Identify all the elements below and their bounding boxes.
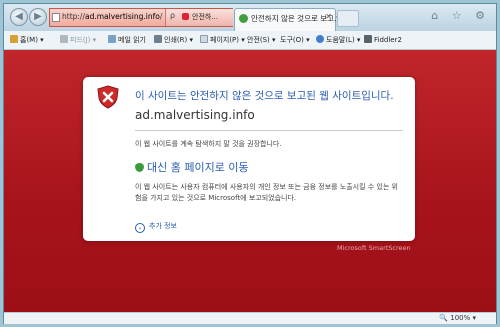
security-status-text[interactable]: 안전하... xyxy=(192,12,218,22)
search-icon[interactable]: ρ xyxy=(170,11,175,20)
security-status-area[interactable]: ρ 안전하... ↻ ✕ xyxy=(165,9,349,26)
browser-window: ◀ ▶ http://ad.malvertising.info/ ρ 안전하..… xyxy=(0,0,500,327)
page-icon xyxy=(200,35,208,43)
cmd-fiddler[interactable]: Fiddler2 xyxy=(364,35,402,44)
green-shield-icon xyxy=(135,163,144,172)
cmd-feeds-label: 피드(J) xyxy=(70,36,91,44)
cmd-home-label: 홈(M) xyxy=(20,36,38,44)
danger-shield-icon xyxy=(97,85,119,109)
fiddler-icon xyxy=(364,35,372,43)
smartscreen-brand: Microsoft SmartScreen xyxy=(337,244,411,252)
recommendation-text: 이 웹 사이트를 계속 탐색하지 말 것을 권장합니다. xyxy=(135,140,282,148)
cmd-print-label: 인쇄(R) xyxy=(164,36,188,44)
cmd-tools[interactable]: 도구(O) ▾ xyxy=(280,35,310,45)
new-tab-button[interactable] xyxy=(337,10,359,27)
warning-panel: 이 사이트는 안전하지 않은 것으로 보고된 웹 사이트입니다. ad.malv… xyxy=(83,77,415,241)
go-home-link[interactable]: 대신 홈 페이지로 이동 xyxy=(135,159,249,175)
feed-icon xyxy=(60,35,68,43)
help-icon xyxy=(316,35,324,43)
print-icon xyxy=(154,35,162,43)
address-url-domain: ad.malvertising.info xyxy=(84,12,160,21)
cmd-page[interactable]: 페이지(P) ▾ xyxy=(200,35,245,45)
mail-icon xyxy=(108,35,116,43)
tab-unsafe-site[interactable]: 안전하지 않은 것으로 보고... ✕ xyxy=(234,8,341,31)
smartscreen-warning-page: 이 사이트는 안전하지 않은 것으로 보고된 웹 사이트입니다. ad.malv… xyxy=(4,50,496,312)
cmd-safety-label: 안전(S) xyxy=(247,36,270,44)
cmd-help-label: 도움말(L) xyxy=(326,36,355,44)
address-url-prefix: http:// xyxy=(62,12,85,21)
zoom-value: 100% xyxy=(450,314,471,322)
home-favorites-tools-icons[interactable]: ⌂ ☆ ⚙ xyxy=(431,9,490,22)
unsafe-shield-icon xyxy=(182,13,189,20)
more-info-label: 추가 정보 xyxy=(149,222,177,230)
forward-button[interactable]: ▶ xyxy=(29,8,47,26)
cmd-read-mail-label: 메일 읽기 xyxy=(118,36,146,44)
cmd-print[interactable]: 인쇄(R) ▾ xyxy=(154,35,193,45)
address-url[interactable]: http://ad.malvertising.info/ xyxy=(62,12,162,21)
zoom-level[interactable]: 🔍 100% ▾ xyxy=(439,314,476,322)
browser-frame: ◀ ▶ http://ad.malvertising.info/ ρ 안전하..… xyxy=(3,3,497,324)
divider xyxy=(135,130,403,131)
warning-headline: 이 사이트는 안전하지 않은 것으로 보고된 웹 사이트입니다. xyxy=(135,90,394,102)
chevron-down-icon: ⌄ xyxy=(135,223,145,233)
page-icon xyxy=(52,13,60,22)
status-bar: 🔍 100% ▾ xyxy=(4,312,496,324)
address-url-suffix: / xyxy=(159,12,163,21)
cmd-help[interactable]: 도움말(L) ▾ xyxy=(316,35,360,45)
cmd-feeds[interactable]: 피드(J) ▾ xyxy=(60,35,96,45)
command-bar: 홈(M) ▾ 피드(J) ▾ 메일 읽기 인쇄(R) ▾ 페이지(P) ▾ 안전… xyxy=(4,31,496,50)
navigation-row: ◀ ▶ http://ad.malvertising.info/ ρ 안전하..… xyxy=(4,4,496,31)
cmd-fiddler-label: Fiddler2 xyxy=(374,36,402,44)
more-info-link[interactable]: ⌄ 추가 정보 xyxy=(135,221,177,233)
blocked-domain: ad.malvertising.info xyxy=(135,108,255,122)
cmd-home[interactable]: 홈(M) ▾ xyxy=(10,35,44,45)
tab-close-icon[interactable]: ✕ xyxy=(325,12,332,21)
cmd-page-label: 페이지(P) xyxy=(210,36,240,44)
back-button[interactable]: ◀ xyxy=(10,8,28,26)
cmd-tools-label: 도구(O) xyxy=(280,36,304,44)
warning-description: 이 웹 사이트는 사용자 컴퓨터에 사용자의 개인 정보 또는 금융 정보를 노… xyxy=(135,183,398,202)
go-home-label: 대신 홈 페이지로 이동 xyxy=(147,161,249,174)
tab-favicon-icon xyxy=(239,14,248,23)
cmd-safety[interactable]: 안전(S) ▾ xyxy=(247,35,276,45)
home-icon xyxy=(10,35,18,43)
address-bar[interactable]: http://ad.malvertising.info/ ρ 안전하... ↻ … xyxy=(49,8,349,27)
cmd-read-mail[interactable]: 메일 읽기 xyxy=(108,35,146,45)
